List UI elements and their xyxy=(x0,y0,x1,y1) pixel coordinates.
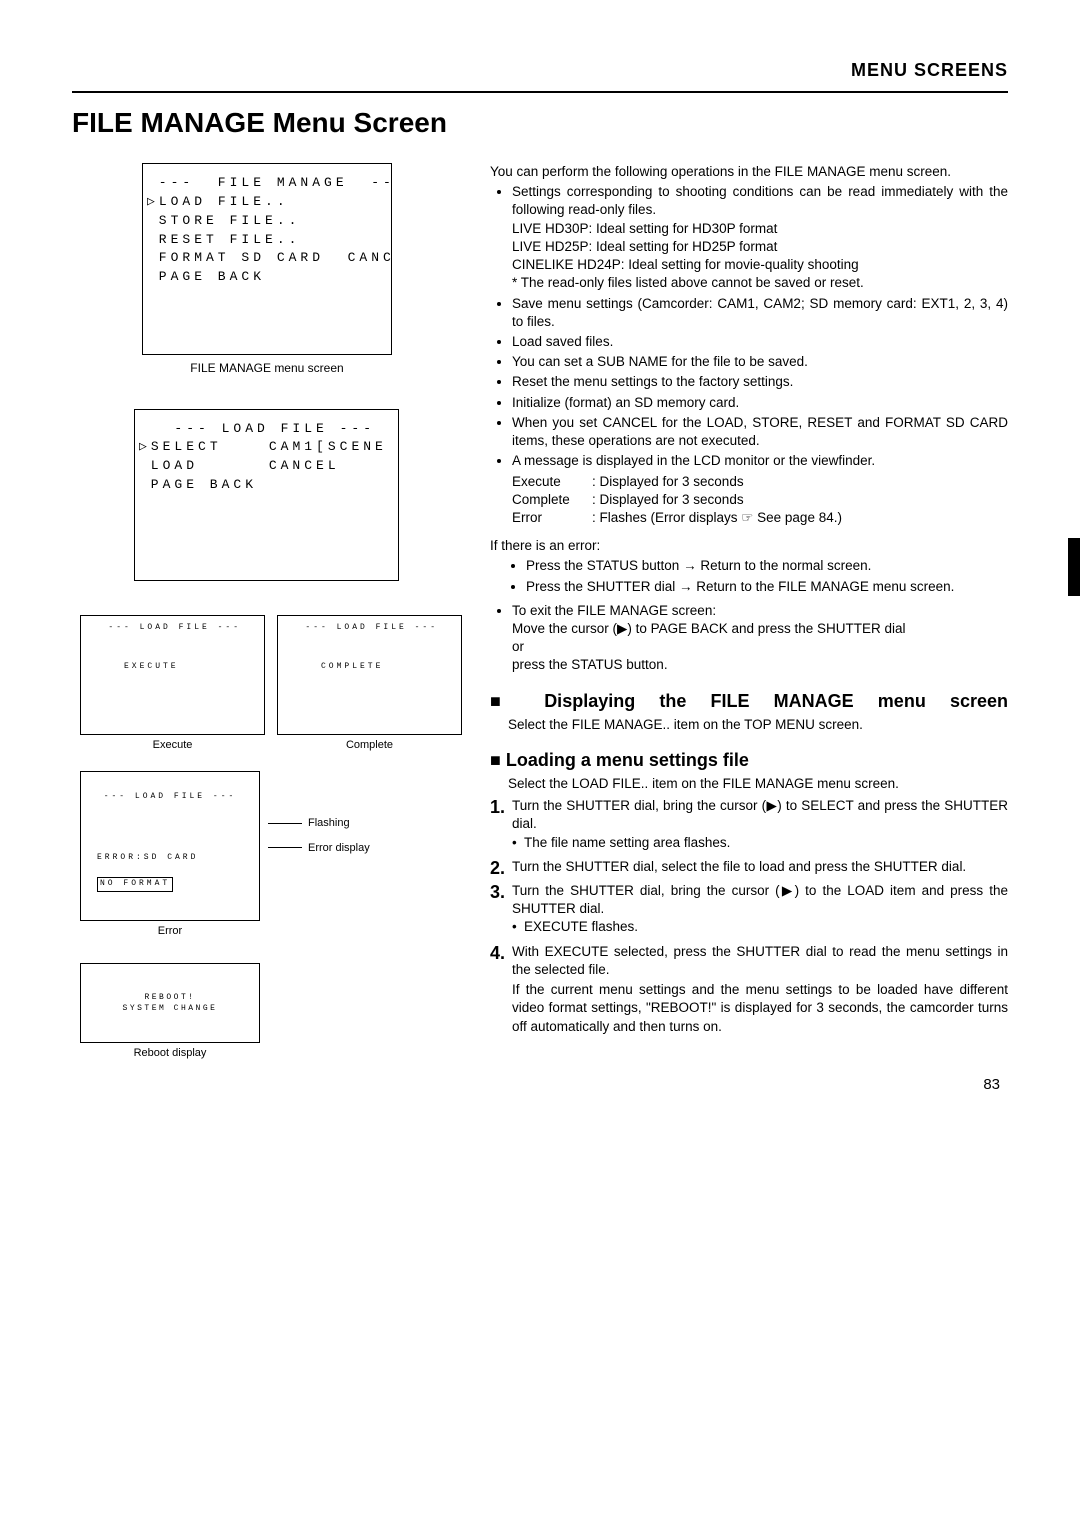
reboot-line2: SYSTEM CHANGE xyxy=(123,1003,218,1014)
step-1-sub: The file name setting area flashes. xyxy=(512,834,1008,852)
file-manage-screen: --- FILE MANAGE --- ▷LOAD FILE.. STORE F… xyxy=(142,163,392,355)
msg-complete-label: Complete xyxy=(512,491,592,509)
heading-display: Displaying the FILE MANAGE menu screen xyxy=(490,691,1008,712)
bullet-cinelike: CINELIKE HD24P: Ideal setting for movie-… xyxy=(512,256,1008,274)
bullet-save: Save menu settings (Camcorder: CAM1, CAM… xyxy=(512,295,1008,331)
file-manage-caption: FILE MANAGE menu screen xyxy=(142,361,392,375)
bullet-message: A message is displayed in the LCD monito… xyxy=(512,452,1008,527)
bullet-cancel: When you set CANCEL for the LOAD, STORE,… xyxy=(512,414,1008,450)
complete-screen: --- LOAD FILE --- COMPLETE xyxy=(277,615,462,735)
step-4: 4. With EXECUTE selected, press the SHUT… xyxy=(490,943,1008,1036)
msg-execute-val: : Displayed for 3 seconds xyxy=(592,473,744,491)
reboot-line1: REBOOT! xyxy=(144,992,195,1003)
error-shutter: Press the SHUTTER dial → Return to the F… xyxy=(526,578,1008,596)
error-caption: Error xyxy=(80,925,260,937)
reboot-caption: Reboot display xyxy=(80,1047,260,1059)
intro-text: You can perform the following operations… xyxy=(490,163,1008,181)
annot-flashing: Flashing xyxy=(308,817,350,829)
msg-execute-label: Execute xyxy=(512,473,592,491)
msg-complete-val: : Displayed for 3 seconds xyxy=(592,491,744,509)
step-4-body: If the current menu settings and the men… xyxy=(512,981,1008,1036)
annot-error-display: Error display xyxy=(308,842,370,854)
bullet-hd25p: LIVE HD25P: Ideal setting for HD25P form… xyxy=(512,238,1008,256)
bullet-note: * The read-only files listed above canno… xyxy=(512,274,1008,292)
page-number: 83 xyxy=(983,1076,1000,1093)
reboot-screen: REBOOT! SYSTEM CHANGE xyxy=(80,963,260,1043)
execute-caption: Execute xyxy=(80,739,265,751)
bullet-reset: Reset the menu settings to the factory s… xyxy=(512,373,1008,391)
error-boxed: NO FORMAT xyxy=(97,877,173,892)
exit-intro: To exit the FILE MANAGE screen: Move the… xyxy=(512,602,1008,675)
text-column: You can perform the following operations… xyxy=(490,163,1008,1093)
exit-line1: Move the cursor (▶) to PAGE BACK and pre… xyxy=(512,620,1008,638)
bullet-load: Load saved files. xyxy=(512,333,1008,351)
complete-caption: Complete xyxy=(277,739,462,751)
section-tab xyxy=(1068,538,1080,596)
step-2: 2. Turn the SHUTTER dial, select the fil… xyxy=(490,858,1008,876)
bullet-format: Initialize (format) an SD memory card. xyxy=(512,394,1008,412)
msg-error-label: Error xyxy=(512,509,592,527)
heading-load: Loading a menu settings file xyxy=(490,750,1008,771)
msg-error-val: : Flashes (Error displays ☞ See page 84.… xyxy=(592,509,842,527)
error-intro: If there is an error: xyxy=(490,537,1008,555)
load-body: Select the LOAD FILE.. item on the FILE … xyxy=(490,775,1008,793)
error-line1: ERROR:SD CARD xyxy=(97,852,253,865)
exit-line2: press the STATUS button. xyxy=(512,656,1008,674)
bullet-hd30p: LIVE HD30P: Ideal setting for HD30P form… xyxy=(512,220,1008,238)
figures-column: --- FILE MANAGE --- ▷LOAD FILE.. STORE F… xyxy=(72,163,462,1093)
header-rule xyxy=(72,91,1008,93)
error-status: Press the STATUS button → Return to the … xyxy=(526,557,1008,575)
load-file-screen: --- LOAD FILE --- ▷SELECT CAM1[SCENE ] L… xyxy=(134,409,399,582)
page-title: FILE MANAGE Menu Screen xyxy=(72,107,1008,139)
step-3: 3. Turn the SHUTTER dial, bring the curs… xyxy=(490,882,1008,937)
execute-screen: --- LOAD FILE --- EXECUTE xyxy=(80,615,265,735)
section-header: MENU SCREENS xyxy=(72,60,1008,81)
error-screen: --- LOAD FILE --- ERROR:SD CARD NO FORMA… xyxy=(80,771,260,921)
display-body: Select the FILE MANAGE.. item on the TOP… xyxy=(490,716,1008,734)
step-3-sub: EXECUTE flashes. xyxy=(512,918,1008,936)
exit-or: or xyxy=(512,638,1008,656)
error-annotations: Flashing Error display xyxy=(260,771,370,859)
error-title: --- LOAD FILE --- xyxy=(87,791,253,804)
step-1: 1. Turn the SHUTTER dial, bring the curs… xyxy=(490,797,1008,852)
bullet-settings: Settings corresponding to shooting condi… xyxy=(512,183,1008,292)
bullet-subname: You can set a SUB NAME for the file to b… xyxy=(512,353,1008,371)
